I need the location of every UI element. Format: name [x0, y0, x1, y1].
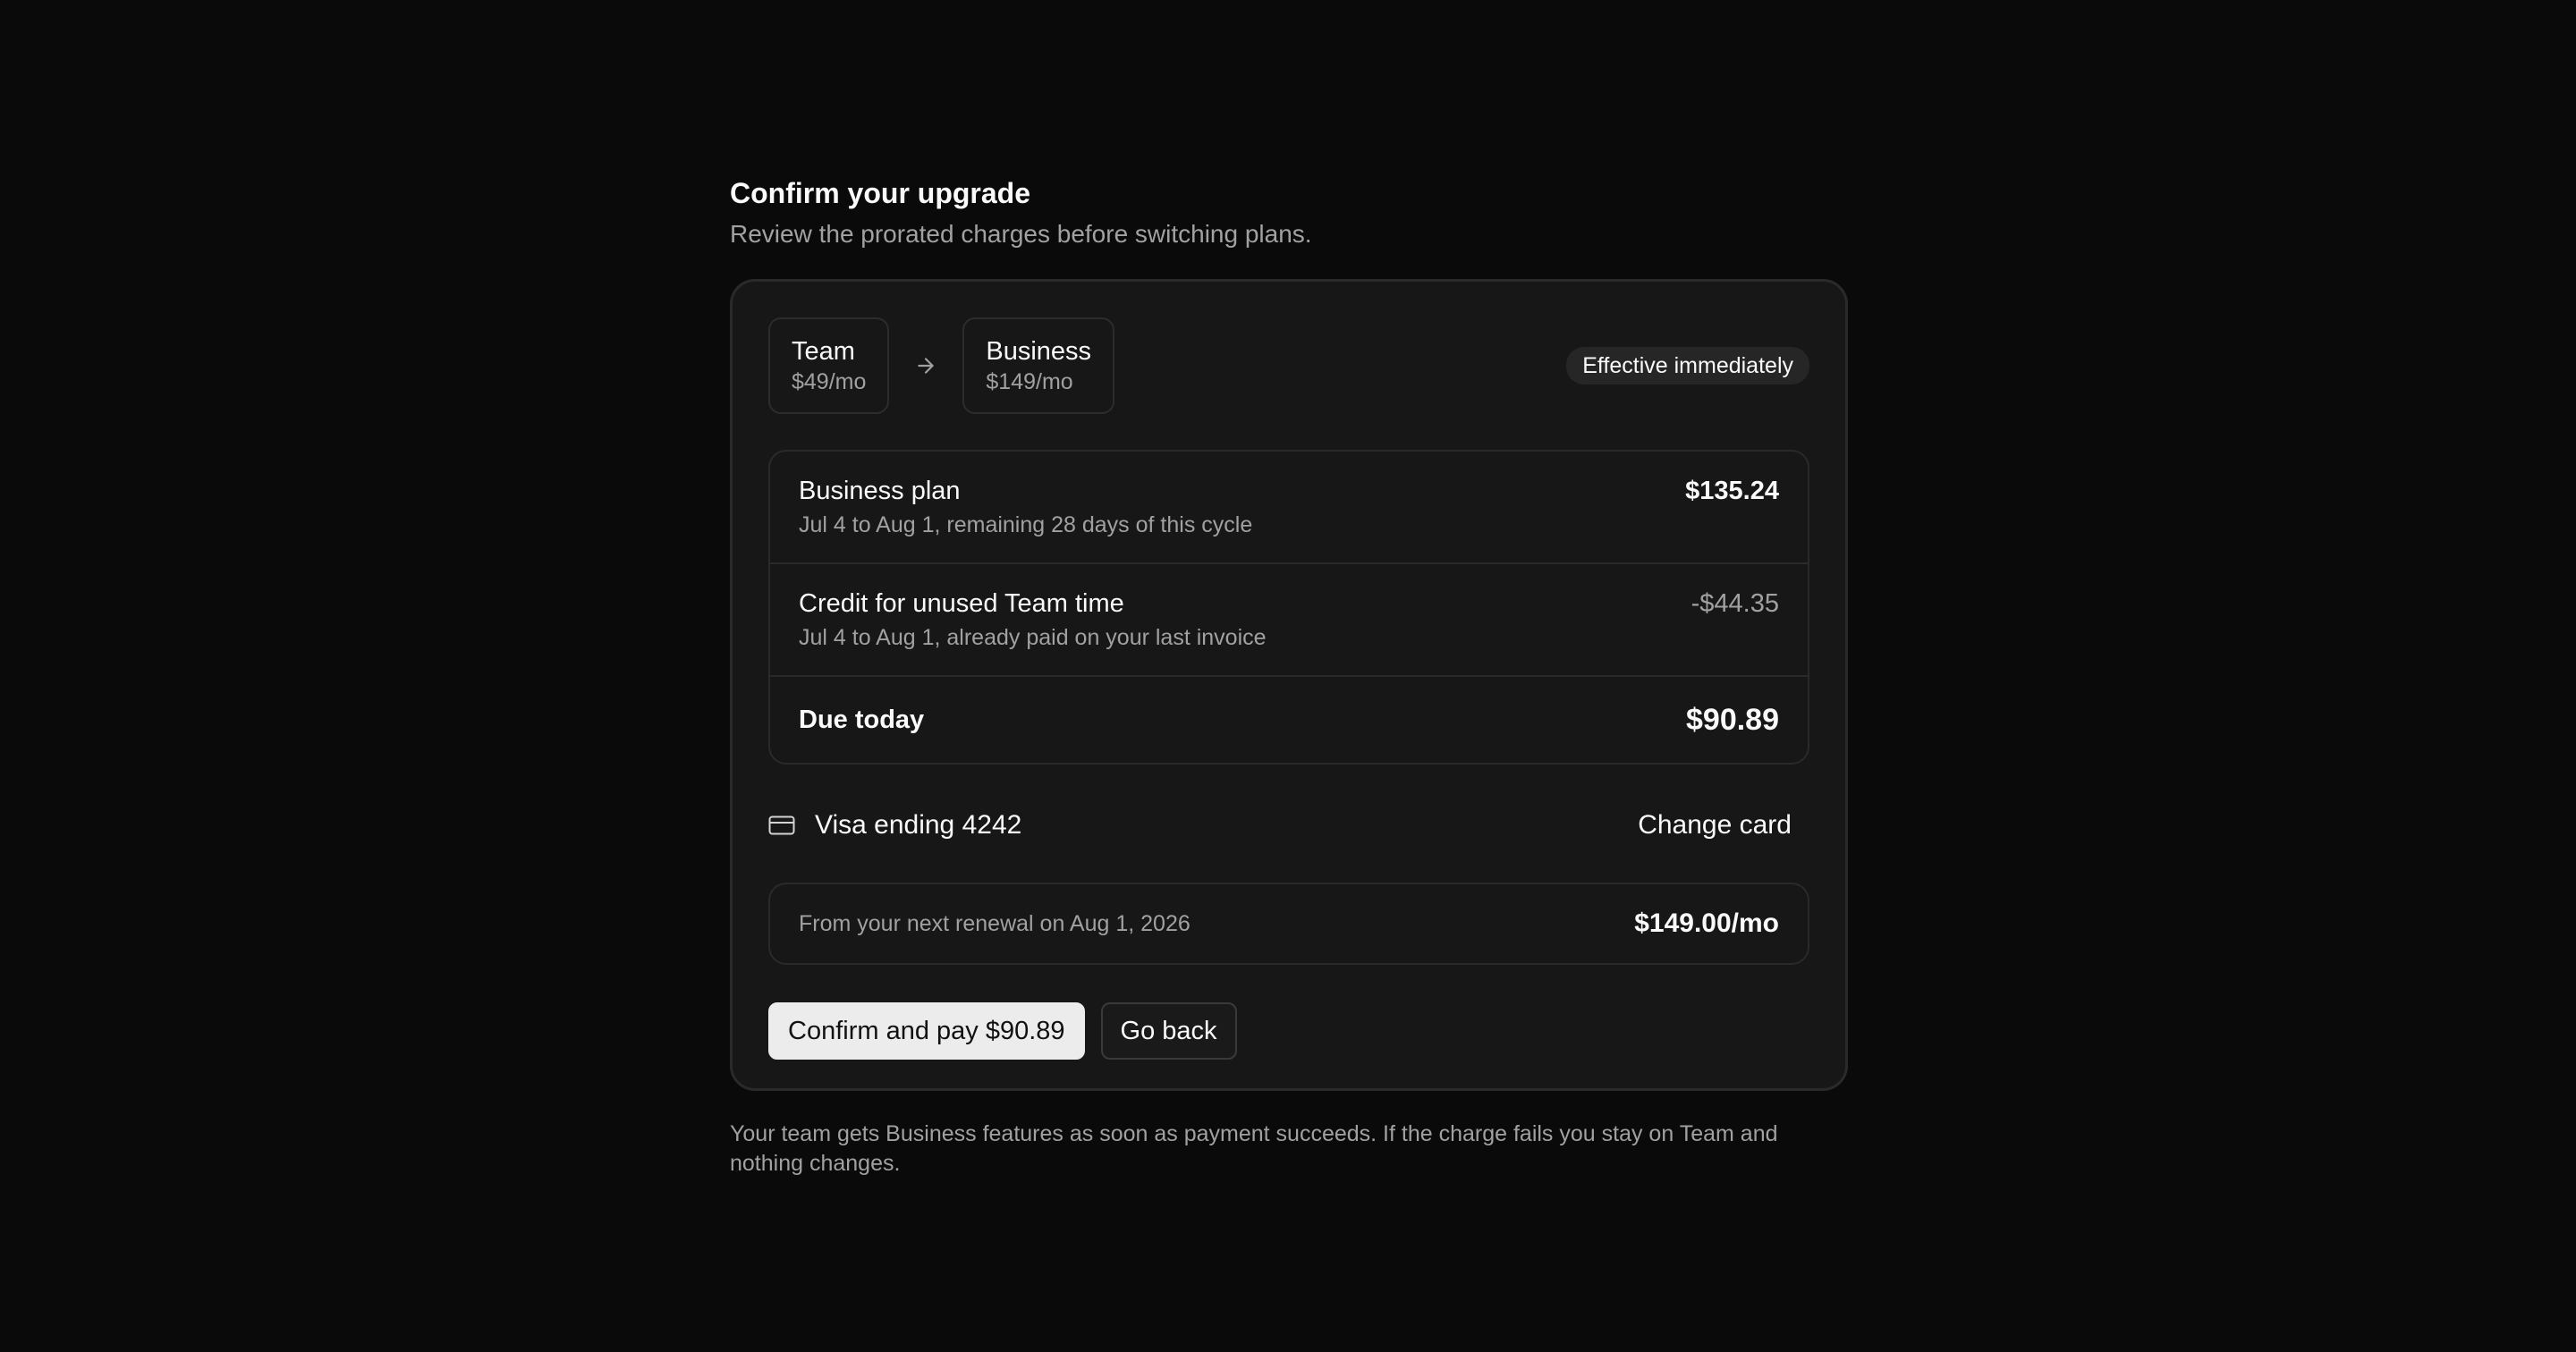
- page-title: Confirm your upgrade: [730, 177, 1031, 209]
- arrow-right-icon: [889, 354, 962, 377]
- line-item-amount: -$44.35: [1690, 589, 1779, 618]
- confirm-pay-button[interactable]: Confirm and pay $90.89: [768, 1002, 1085, 1060]
- upgrade-card: Team $49/mo Business $149/mo Effective i…: [730, 279, 1848, 1091]
- line-item-amount: $135.24: [1685, 477, 1779, 505]
- upgrade-confirmation: Confirm your upgrade Review the prorated…: [730, 175, 1848, 1179]
- page-subtitle: Review the prorated charges before switc…: [730, 220, 1312, 248]
- renewal-amount: $149.00/mo: [1634, 908, 1779, 938]
- effective-badge: Effective immediately: [1566, 347, 1809, 384]
- line-item-team-credit: Credit for unused Team time Jul 4 to Aug…: [770, 564, 1808, 677]
- line-item-detail: Jul 4 to Aug 1, already paid on your las…: [799, 625, 1267, 650]
- total-label: Due today: [799, 706, 925, 734]
- footnote: Your team gets Business features as soon…: [730, 1121, 1778, 1176]
- line-item-text: Business plan Jul 4 to Aug 1, remaining …: [799, 475, 1252, 539]
- total-row: Due today $90.89: [770, 677, 1808, 763]
- renewal-summary: From your next renewal on Aug 1, 2026 $1…: [768, 883, 1809, 965]
- go-back-button[interactable]: Go back: [1100, 1002, 1237, 1060]
- new-plan-price: $149/mo: [986, 369, 1073, 394]
- plan-change-row: Team $49/mo Business $149/mo Effective i…: [768, 317, 1809, 414]
- charges-list: Business plan Jul 4 to Aug 1, remaining …: [768, 450, 1809, 765]
- change-card-button[interactable]: Change card: [1638, 810, 1792, 841]
- line-item-title: Business plan: [799, 477, 961, 505]
- new-plan-name: Business: [986, 337, 1092, 366]
- total-amount: $90.89: [1686, 703, 1779, 737]
- line-item-title: Credit for unused Team time: [799, 589, 1124, 618]
- payment-method-label: Visa ending 4242: [815, 810, 1022, 840]
- line-item-text: Credit for unused Team time Jul 4 to Aug…: [799, 587, 1267, 652]
- payment-method-row: Visa ending 4242 Change card: [768, 799, 1809, 852]
- renewal-text: From your next renewal on Aug 1, 2026: [799, 910, 1191, 936]
- current-plan-name: Team: [792, 337, 855, 366]
- action-buttons: Confirm and pay $90.89 Go back: [768, 1002, 1809, 1060]
- current-plan-price: $49/mo: [792, 369, 867, 394]
- credit-card-icon: [768, 815, 795, 835]
- new-plan: Business $149/mo: [962, 317, 1115, 414]
- line-item-business-plan: Business plan Jul 4 to Aug 1, remaining …: [770, 452, 1808, 564]
- current-plan: Team $49/mo: [768, 317, 890, 414]
- line-item-detail: Jul 4 to Aug 1, remaining 28 days of thi…: [799, 512, 1253, 537]
